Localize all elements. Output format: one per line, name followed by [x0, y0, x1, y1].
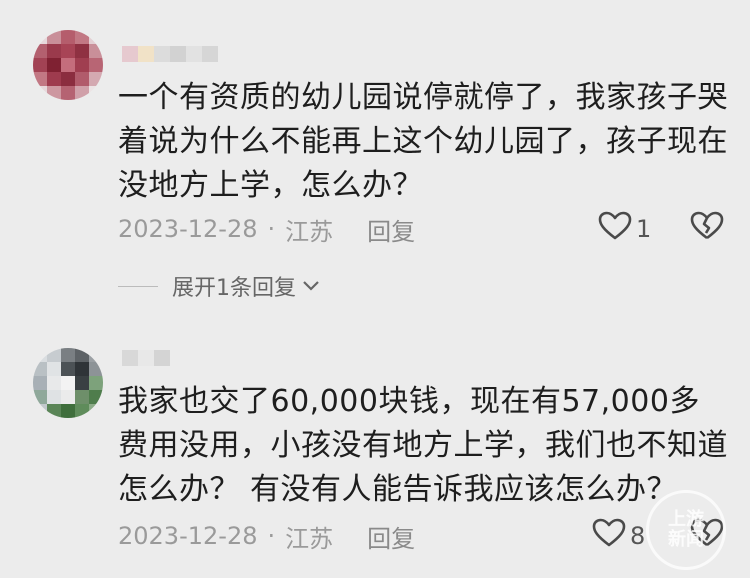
- like-button[interactable]: 8: [592, 518, 645, 554]
- watermark-line-1: 上游: [668, 509, 704, 530]
- reply-button[interactable]: 回复: [367, 519, 415, 554]
- reply-button[interactable]: 回复: [367, 212, 415, 247]
- comment-text: 我家也交了60,000块钱，现在有57,000多费用没用，小孩没有地方上学，我们…: [118, 384, 728, 507]
- avatar[interactable]: [33, 348, 103, 418]
- heart-icon: [592, 518, 626, 554]
- username-blurred[interactable]: [122, 350, 170, 368]
- expand-replies[interactable]: 展开1条回复: [118, 270, 320, 302]
- comment-location: 江苏: [285, 217, 334, 246]
- meta-separator: ·: [267, 215, 276, 243]
- like-button[interactable]: 1: [598, 211, 651, 247]
- comment-date: 2023-12-28: [118, 215, 258, 243]
- meta-separator: ·: [267, 522, 276, 550]
- expand-replies-label: 展开1条回复: [172, 276, 296, 301]
- username-blurred[interactable]: [122, 46, 218, 64]
- comment-date: 2023-12-28: [118, 522, 258, 550]
- comment-text: 一个有资质的幼儿园说停就停了，我家孩子哭着说为什么不能再上这个幼儿园了，孩子现在…: [118, 80, 728, 203]
- watermark-logo: 上游 新闻: [646, 490, 726, 570]
- like-count: 8: [630, 522, 646, 550]
- heart-icon: [598, 211, 632, 247]
- avatar[interactable]: [33, 30, 103, 100]
- dislike-button[interactable]: [690, 211, 724, 245]
- like-count: 1: [636, 215, 652, 243]
- comment-location: 江苏: [285, 524, 334, 553]
- comment-meta: 2023-12-28 · 江苏 回复: [118, 209, 415, 249]
- chevron-down-icon: [302, 280, 320, 292]
- watermark-line-2: 新闻: [668, 529, 704, 550]
- broken-heart-icon: [690, 211, 724, 245]
- divider: [118, 285, 158, 287]
- comment-meta: 2023-12-28 · 江苏 回复: [118, 516, 415, 556]
